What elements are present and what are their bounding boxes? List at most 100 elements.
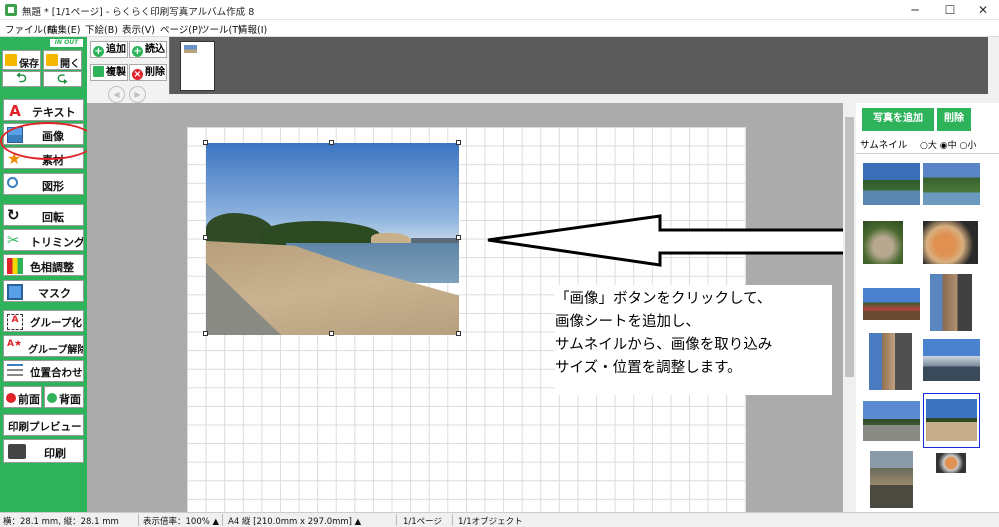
app-icon — [5, 4, 17, 16]
text-a-icon: A — [9, 102, 21, 120]
strip-hscrollbar[interactable] — [169, 94, 999, 103]
object-count: 1/1オブジェクト — [458, 517, 523, 527]
resize-handle[interactable] — [456, 140, 461, 145]
paper-size[interactable]: A4 縦 [210.0mm x 297.0mm] ▲ — [228, 515, 361, 527]
hue-adjust-button[interactable]: 色相調整 — [3, 254, 84, 276]
beach-photo[interactable] — [206, 143, 459, 335]
page-count: 1/1ページ — [403, 517, 443, 527]
undo-icon: ⮌ — [16, 71, 27, 86]
size-large-radio[interactable]: ○ — [920, 141, 928, 151]
delete-page-button[interactable]: × 削除 — [129, 64, 167, 81]
text-button[interactable]: A テキスト — [3, 99, 84, 121]
menu-edit[interactable]: 編集(E) — [48, 22, 80, 36]
load-icon: + — [132, 46, 143, 57]
photo-thumbnail[interactable] — [863, 401, 920, 441]
ungroup-icon: A★ — [7, 339, 23, 349]
photo-panel: 写真を追加 削除 サムネイル ○大 ◉中 ○小 — [856, 103, 999, 512]
undo-button[interactable]: ⮌ — [2, 71, 41, 87]
status-bar: 横：28.1 mm, 縦：28.1 mm 表示倍率：100% ▲ A4 縦 [2… — [0, 512, 999, 527]
callout-line: サムネイルから、画像を取り込み — [555, 337, 773, 353]
resize-handle[interactable] — [456, 235, 461, 240]
photo-thumbnail[interactable] — [936, 453, 966, 473]
close-button[interactable]: ✕ — [968, 0, 998, 20]
shape-button[interactable]: 図形 — [3, 173, 84, 195]
send-back-button[interactable]: 背面 — [44, 386, 84, 408]
scrollbar-thumb[interactable] — [845, 117, 854, 377]
photo-thumbnail[interactable] — [863, 221, 903, 264]
resize-handle[interactable] — [456, 331, 461, 336]
plus-icon: + — [93, 46, 104, 57]
next-page-button[interactable]: ▶ — [129, 86, 146, 103]
printer-icon — [8, 444, 26, 459]
photo-thumbnail[interactable] — [870, 451, 913, 508]
zoom-level[interactable]: 表示倍率：100% ▲ — [143, 515, 219, 527]
delete-photo-button[interactable]: 削除 — [937, 108, 971, 131]
mask-icon — [7, 284, 23, 300]
menu-bar: ファイル(F) 編集(E) 下絵(B) 表示(V) ページ(P) ツール(T) … — [0, 20, 999, 37]
page-thumbnail-photo — [184, 45, 197, 53]
menu-background[interactable]: 下絵(B) — [85, 22, 118, 36]
color-bars-icon — [7, 258, 23, 274]
rotate-icon: ↻ — [7, 206, 20, 224]
thumbnail-size-options: ○大 ◉中 ○小 — [920, 141, 977, 151]
left-tool-panel: IN OUT 保存 開く ⮌ ⮎ A テキスト 画像 ★ 素材 図形 ↻ 回転 … — [0, 37, 96, 512]
size-medium-radio[interactable]: ◉ — [940, 141, 948, 151]
photo-thumbnail[interactable] — [923, 221, 978, 264]
load-page-button[interactable]: + 読込 — [129, 41, 167, 58]
strip-scrollbar[interactable] — [988, 37, 999, 94]
photo-thumbnail[interactable] — [863, 163, 920, 205]
rotate-button[interactable]: ↻ 回転 — [3, 204, 84, 226]
resize-handle[interactable] — [329, 331, 334, 336]
canvas-scrollbar[interactable] — [843, 103, 856, 512]
minimize-button[interactable]: ─ — [900, 0, 930, 20]
callout-line: 「画像」ボタンをクリックして、 — [555, 291, 772, 307]
title-bar: 無題 * [1/1ページ] - らくらく印刷写真アルバム作成 8 ─ ☐ ✕ — [0, 0, 999, 20]
open-button[interactable]: 開く — [43, 50, 82, 70]
thumbnail-label: サムネイル — [860, 140, 908, 151]
print-button[interactable]: 印刷 — [3, 439, 84, 463]
ungroup-button[interactable]: A★ グループ解除 — [3, 335, 84, 357]
resize-handle[interactable] — [203, 235, 208, 240]
highlight-circle — [0, 122, 96, 160]
prev-page-button[interactable]: ◀ — [108, 86, 125, 103]
align-button[interactable]: 位置合わせ — [3, 360, 84, 382]
menu-page[interactable]: ページ(P) — [160, 22, 201, 36]
resize-handle[interactable] — [329, 140, 334, 145]
front-icon — [6, 393, 16, 403]
resize-handle[interactable] — [203, 140, 208, 145]
add-photo-button[interactable]: 写真を追加 — [862, 108, 934, 131]
delete-icon: × — [132, 69, 143, 80]
photo-thumbnail[interactable] — [930, 274, 972, 331]
in-out-badge: IN OUT — [50, 39, 83, 47]
callout-line: 画像シートを追加し、 — [555, 314, 700, 330]
page-thumbnail-strip — [169, 37, 999, 94]
group-icon: A — [7, 314, 23, 330]
bring-front-button[interactable]: 前面 — [3, 386, 42, 408]
photo-thumbnail[interactable] — [863, 288, 920, 320]
maximize-button[interactable]: ☐ — [935, 0, 965, 20]
trimming-button[interactable]: ✂ トリミング — [3, 229, 84, 251]
redo-button[interactable]: ⮎ — [43, 71, 82, 87]
save-button[interactable]: 保存 — [2, 50, 41, 70]
resize-handle[interactable] — [203, 331, 208, 336]
menu-tools[interactable]: ツール(T) — [200, 22, 242, 36]
save-icon — [5, 54, 17, 66]
print-preview-button[interactable]: 印刷プレビュー — [3, 414, 84, 436]
duplicate-page-button[interactable]: 複製 — [90, 64, 128, 81]
group-button[interactable]: A グループ化 — [3, 310, 84, 332]
arrow-annotation — [487, 214, 853, 267]
page-thumbnail[interactable] — [180, 41, 215, 91]
window-title: 無題 * [1/1ページ] - らくらく印刷写真アルバム作成 8 — [22, 7, 255, 18]
photo-thumbnail[interactable] — [923, 339, 980, 381]
menu-view[interactable]: 表示(V) — [122, 22, 155, 36]
add-page-button[interactable]: + 追加 — [90, 41, 128, 58]
mask-button[interactable]: マスク — [3, 280, 84, 302]
photo-thumbnail[interactable] — [923, 163, 980, 205]
photo-thumbnail[interactable] — [869, 333, 912, 390]
instruction-callout: 「画像」ボタンをクリックして、 画像シートを追加し、 サムネイルから、画像を取り… — [555, 285, 832, 395]
open-icon — [46, 54, 58, 66]
copy-icon — [93, 66, 104, 77]
menu-info[interactable]: 情報(I) — [238, 22, 267, 36]
photo-thumbnail-selected[interactable] — [923, 393, 980, 448]
callout-line: サイズ・位置を調整します。 — [555, 360, 742, 376]
